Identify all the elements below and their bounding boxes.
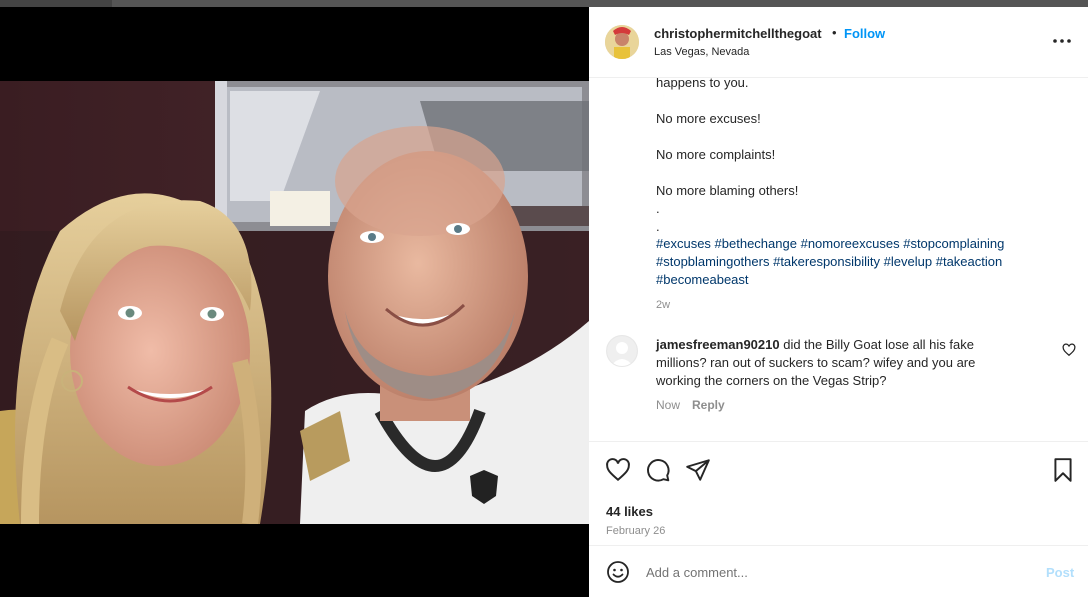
post-date[interactable]: February 26 xyxy=(606,525,665,537)
comment-like-heart-icon[interactable] xyxy=(1062,343,1076,357)
post-username[interactable]: christophermitchellthegoat xyxy=(654,26,822,41)
post-photo xyxy=(0,81,589,524)
hashtag-link[interactable]: #takeaction xyxy=(936,254,1003,269)
like-heart-icon[interactable] xyxy=(605,457,631,483)
hashtag-link[interactable]: #excuses xyxy=(656,236,711,251)
post-location[interactable]: Las Vegas, Nevada xyxy=(654,46,749,58)
post-header: christophermitchellthegoat • Follow Las … xyxy=(589,7,1088,78)
post-media[interactable] xyxy=(0,7,589,597)
caption-line: No more excuses! xyxy=(656,111,761,126)
more-options-icon[interactable] xyxy=(1052,33,1072,49)
default-avatar-icon xyxy=(607,336,637,366)
caption-line: No more complaints! xyxy=(656,147,776,162)
browser-top-strip xyxy=(0,0,1088,7)
post-details-panel: christophermitchellthegoat • Follow Las … xyxy=(589,7,1088,597)
hashtag-link[interactable]: #becomeabeast xyxy=(656,272,749,287)
comment-text: jamesfreeman90210 did the Billy Goat los… xyxy=(656,336,1016,390)
comment-time: Now xyxy=(656,398,681,412)
hashtag-link[interactable]: #stopblamingothers xyxy=(656,254,769,269)
comment-bubble-icon[interactable] xyxy=(645,457,671,483)
caption-timestamp[interactable]: 2w xyxy=(656,296,670,314)
add-comment-bar: Post xyxy=(589,545,1088,597)
reply-button[interactable]: Reply xyxy=(692,398,725,412)
post-actions: 44 likes February 26 xyxy=(589,441,1088,545)
browser-top-segment xyxy=(0,0,112,7)
hashtag-list: #excuses #bethechange #nomoreexcuses #st… xyxy=(656,235,1051,289)
save-bookmark-icon[interactable] xyxy=(1050,457,1076,483)
hashtag-link[interactable]: #nomoreexcuses xyxy=(801,236,900,251)
hashtag-link[interactable]: #stopcomplaining xyxy=(903,236,1004,251)
likes-count[interactable]: 44 likes xyxy=(606,504,653,519)
caption-line: No more blaming others! xyxy=(656,183,799,198)
comment-meta: Now Reply xyxy=(656,398,725,412)
caption-line: . xyxy=(656,201,660,216)
hashtag-link[interactable]: #levelup xyxy=(884,254,932,269)
emoji-smiley-icon[interactable] xyxy=(606,560,630,584)
comment-avatar[interactable] xyxy=(606,335,638,367)
post-comment-button[interactable]: Post xyxy=(1046,565,1074,580)
hashtag-link[interactable]: #bethechange xyxy=(715,236,797,251)
separator-dot: • xyxy=(832,25,837,40)
comment-username[interactable]: jamesfreeman90210 xyxy=(656,337,780,352)
selfie-photo-illustration xyxy=(0,81,589,524)
avatar[interactable] xyxy=(605,25,639,59)
avatar-image xyxy=(605,25,639,59)
hashtag-link[interactable]: #takeresponsibility xyxy=(773,254,880,269)
caption-line: . xyxy=(656,219,660,234)
share-paper-plane-icon[interactable] xyxy=(685,457,711,483)
follow-button[interactable]: Follow xyxy=(844,26,885,41)
comment-input[interactable] xyxy=(646,562,1016,582)
